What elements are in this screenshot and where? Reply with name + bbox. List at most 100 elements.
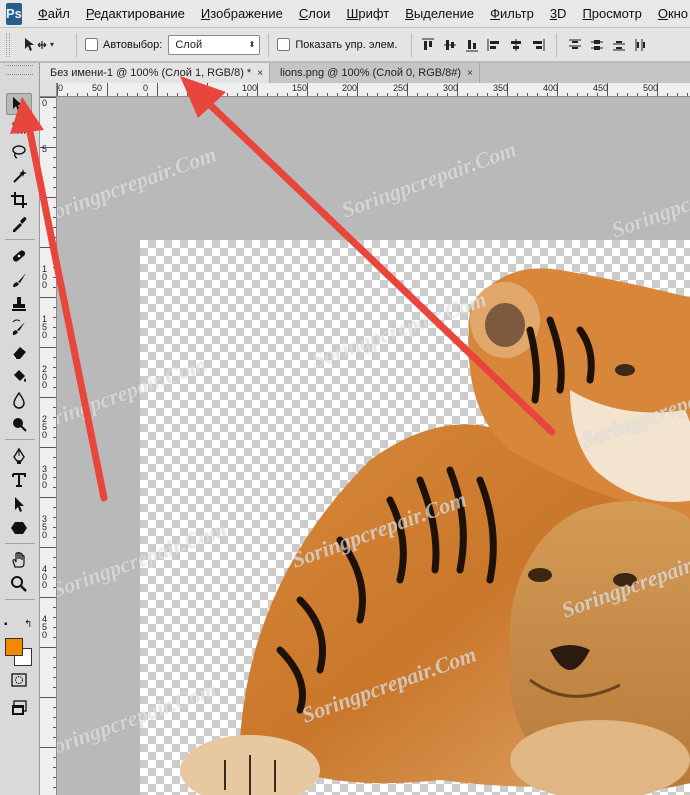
marquee-tool-icon[interactable] <box>6 117 32 139</box>
watermark-text: Soringpcrepair.Com <box>57 141 220 228</box>
vertical-ruler[interactable]: 0 5 1 0 0 1 5 0 2 0 0 2 5 0 3 0 0 3 5 0 … <box>40 97 57 795</box>
watermark-text: Soringpcrepair.Com <box>608 156 690 243</box>
watermark-text: Soringpcrepair.Com <box>338 136 520 223</box>
ruler-ticks <box>40 97 56 788</box>
menu-view[interactable]: Просмотр <box>574 0 649 28</box>
options-separator <box>556 32 558 57</box>
eyedropper-icon[interactable] <box>6 213 32 235</box>
toolbox-separator <box>5 439 35 440</box>
options-separator <box>76 32 78 57</box>
ruler-label: 200 <box>342 83 358 93</box>
clone-stamp-icon[interactable] <box>6 293 32 315</box>
tab-label: lions.png @ 100% (Слой 0, RGB/8#) <box>280 67 462 79</box>
healing-brush-icon[interactable] <box>6 245 32 267</box>
toolbox-separator <box>5 599 35 600</box>
screen-mode-icon[interactable] <box>6 697 32 719</box>
path-selection-icon[interactable] <box>6 493 32 515</box>
tab-label: Без имени-1 @ 100% (Слой 1, RGB/8) * <box>50 67 252 79</box>
tab-close-icon[interactable]: × <box>467 68 473 79</box>
menu-type[interactable]: Шрифт <box>338 0 397 28</box>
ruler-label: 0 <box>58 83 64 93</box>
tools-panel: ▪ ↰ <box>0 63 40 795</box>
preset-dropdown-icon: ▾ <box>50 40 55 49</box>
ruler-label: 0 <box>143 83 149 93</box>
tab-lions-png[interactable]: lions.png @ 100% (Слой 0, RGB/8#) × <box>270 63 480 83</box>
swap-colors-icon[interactable]: ↰ <box>24 619 32 630</box>
menu-window[interactable]: Окно <box>650 0 690 28</box>
ruler-origin[interactable] <box>40 83 57 97</box>
horizontal-ruler[interactable]: 0 50 0 50 100 150 200 250 300 350 400 45… <box>57 83 690 97</box>
magic-wand-icon[interactable] <box>6 165 32 187</box>
menu-3d[interactable]: 3D <box>542 0 575 28</box>
document-tabs: Без имени-1 @ 100% (Слой 1, RGB/8) * × l… <box>40 63 690 83</box>
blur-tool-icon[interactable] <box>6 389 32 411</box>
menu-layers[interactable]: Слои <box>291 0 339 28</box>
show-controls-checkbox[interactable] <box>277 38 291 51</box>
updown-arrows-icon: ⬍ <box>248 40 256 49</box>
pen-tool-icon[interactable] <box>6 445 32 467</box>
quick-mask-icon[interactable] <box>6 669 32 691</box>
menu-edit[interactable]: Редактирование <box>78 0 193 28</box>
ruler-label: 2 0 0 <box>42 364 48 390</box>
distribute-top-icon[interactable] <box>567 37 583 53</box>
distribute-bottom-icon[interactable] <box>611 37 627 53</box>
eraser-icon[interactable] <box>6 341 32 363</box>
menu-file[interactable]: Файл <box>30 0 78 28</box>
paint-bucket-icon[interactable] <box>6 365 32 387</box>
menu-filter[interactable]: Фильтр <box>482 0 542 28</box>
options-bar: ▾ Автовыбор: Слой ⬍ Показать упр. элем. <box>0 28 690 62</box>
ruler-label: 1 5 0 <box>42 314 48 340</box>
menu-bar: Ps Файл Редактирование Изображение Слои … <box>0 0 690 28</box>
photoshop-window: Ps Файл Редактирование Изображение Слои … <box>0 0 690 795</box>
ruler-label: 450 <box>593 83 609 93</box>
ruler-label: 500 <box>643 83 659 93</box>
type-tool-icon[interactable] <box>6 469 32 491</box>
align-top-icon[interactable] <box>420 37 436 53</box>
options-separator <box>411 32 413 57</box>
options-grip <box>6 32 10 57</box>
ruler-label: 3 5 0 <box>42 514 48 540</box>
autoselect-label: Автовыбор: <box>103 38 163 51</box>
ruler-label: 100 <box>242 83 258 93</box>
autoselect-dropdown[interactable]: Слой ⬍ <box>168 34 261 55</box>
options-separator <box>268 32 270 57</box>
photoshop-logo: Ps <box>6 2 22 25</box>
lasso-tool-icon[interactable] <box>6 141 32 163</box>
distribute-vcenter-icon[interactable] <box>589 37 605 53</box>
brush-tool-icon[interactable] <box>6 269 32 291</box>
move-tool-icon[interactable] <box>6 93 32 115</box>
align-right-icon[interactable] <box>530 37 546 53</box>
tab-close-icon[interactable]: × <box>257 68 263 79</box>
foreground-color-swatch[interactable] <box>5 638 23 656</box>
history-brush-icon[interactable] <box>6 317 32 339</box>
ruler-label: 300 <box>443 83 459 93</box>
ruler-label: 400 <box>543 83 559 93</box>
align-hcenter-icon[interactable] <box>508 37 524 53</box>
ruler-label: 150 <box>292 83 308 93</box>
ruler-label: 4 5 0 <box>42 614 48 640</box>
tab-untitled-1[interactable]: Без имени-1 @ 100% (Слой 1, RGB/8) * × <box>40 63 271 83</box>
toolbox-grip <box>6 65 33 75</box>
ruler-label: 50 <box>192 83 203 93</box>
menu-select[interactable]: Выделение <box>397 0 482 28</box>
align-buttons <box>420 32 649 57</box>
ruler-label: 4 0 0 <box>42 564 48 590</box>
document-canvas[interactable] <box>140 240 690 795</box>
align-bottom-icon[interactable] <box>464 37 480 53</box>
align-vcenter-icon[interactable] <box>442 37 458 53</box>
toolbox-separator <box>5 543 35 544</box>
document-workspace[interactable]: Soringpcrepair.Com Soringpcrepair.Com So… <box>57 97 690 795</box>
crop-tool-icon[interactable] <box>6 189 32 211</box>
move-tool-preset-icon <box>25 37 47 51</box>
zoom-tool-icon[interactable] <box>6 573 32 595</box>
autoselect-checkbox[interactable] <box>85 38 99 51</box>
menu-image[interactable]: Изображение <box>193 0 291 28</box>
tool-preset-picker[interactable]: ▾ <box>22 36 54 54</box>
align-left-icon[interactable] <box>486 37 502 53</box>
autoselect-value: Слой <box>175 38 203 51</box>
default-colors-icon[interactable]: ▪ <box>4 619 8 630</box>
dodge-tool-icon[interactable] <box>6 413 32 435</box>
hand-tool-icon[interactable] <box>6 549 32 571</box>
shape-tool-icon[interactable] <box>6 517 32 539</box>
distribute-left-icon[interactable] <box>633 37 649 53</box>
